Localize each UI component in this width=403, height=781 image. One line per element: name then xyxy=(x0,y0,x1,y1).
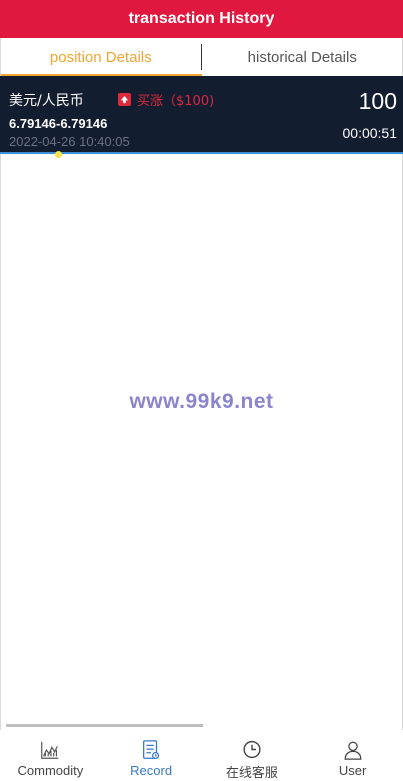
page-header: transaction History xyxy=(0,0,403,38)
position-card[interactable]: 美元/人民币 买涨（$100) 6.79146-6.79146 2022-04-… xyxy=(0,76,403,154)
trade-direction: 买涨（$100) xyxy=(118,90,214,109)
tab-divider xyxy=(201,44,202,70)
horizontal-scrollbar[interactable] xyxy=(6,724,203,727)
chart-icon xyxy=(41,741,59,759)
tab-position-details[interactable]: position Details xyxy=(0,38,202,76)
bottom-navigation: Commodity Record 在线客服 User xyxy=(0,730,403,781)
order-amount: 100 xyxy=(358,88,397,114)
nav-label: Commodity xyxy=(17,763,84,778)
document-icon xyxy=(143,740,160,760)
watermark: www.99k9.net xyxy=(129,390,274,413)
clock-icon xyxy=(243,740,261,759)
page-title: transaction History xyxy=(128,10,275,27)
nav-label: 在线客服 xyxy=(225,765,278,780)
tab-historical-details[interactable]: historical Details xyxy=(202,38,403,76)
nav-label: Record xyxy=(130,763,173,778)
currency-pair: 美元/人民币 xyxy=(9,93,84,109)
user-icon xyxy=(344,741,362,760)
direction-label: 买涨（$100) xyxy=(137,94,215,109)
nav-commodity[interactable]: Commodity xyxy=(0,730,101,781)
price-range: 6.79146-6.79146 xyxy=(9,116,108,131)
nav-user[interactable]: User xyxy=(302,730,403,781)
order-timestamp: 2022-04-26 10:40:05 xyxy=(9,134,130,149)
tab-label: historical Details xyxy=(247,48,357,66)
nav-online-service[interactable]: 在线客服 xyxy=(202,730,303,781)
cursor-indicator xyxy=(55,151,62,158)
countdown-timer: 00:00:51 xyxy=(342,125,398,141)
nav-label: User xyxy=(338,763,367,778)
tab-label: position Details xyxy=(49,48,152,66)
arrow-up-icon xyxy=(118,93,131,106)
nav-record[interactable]: Record xyxy=(101,730,202,781)
